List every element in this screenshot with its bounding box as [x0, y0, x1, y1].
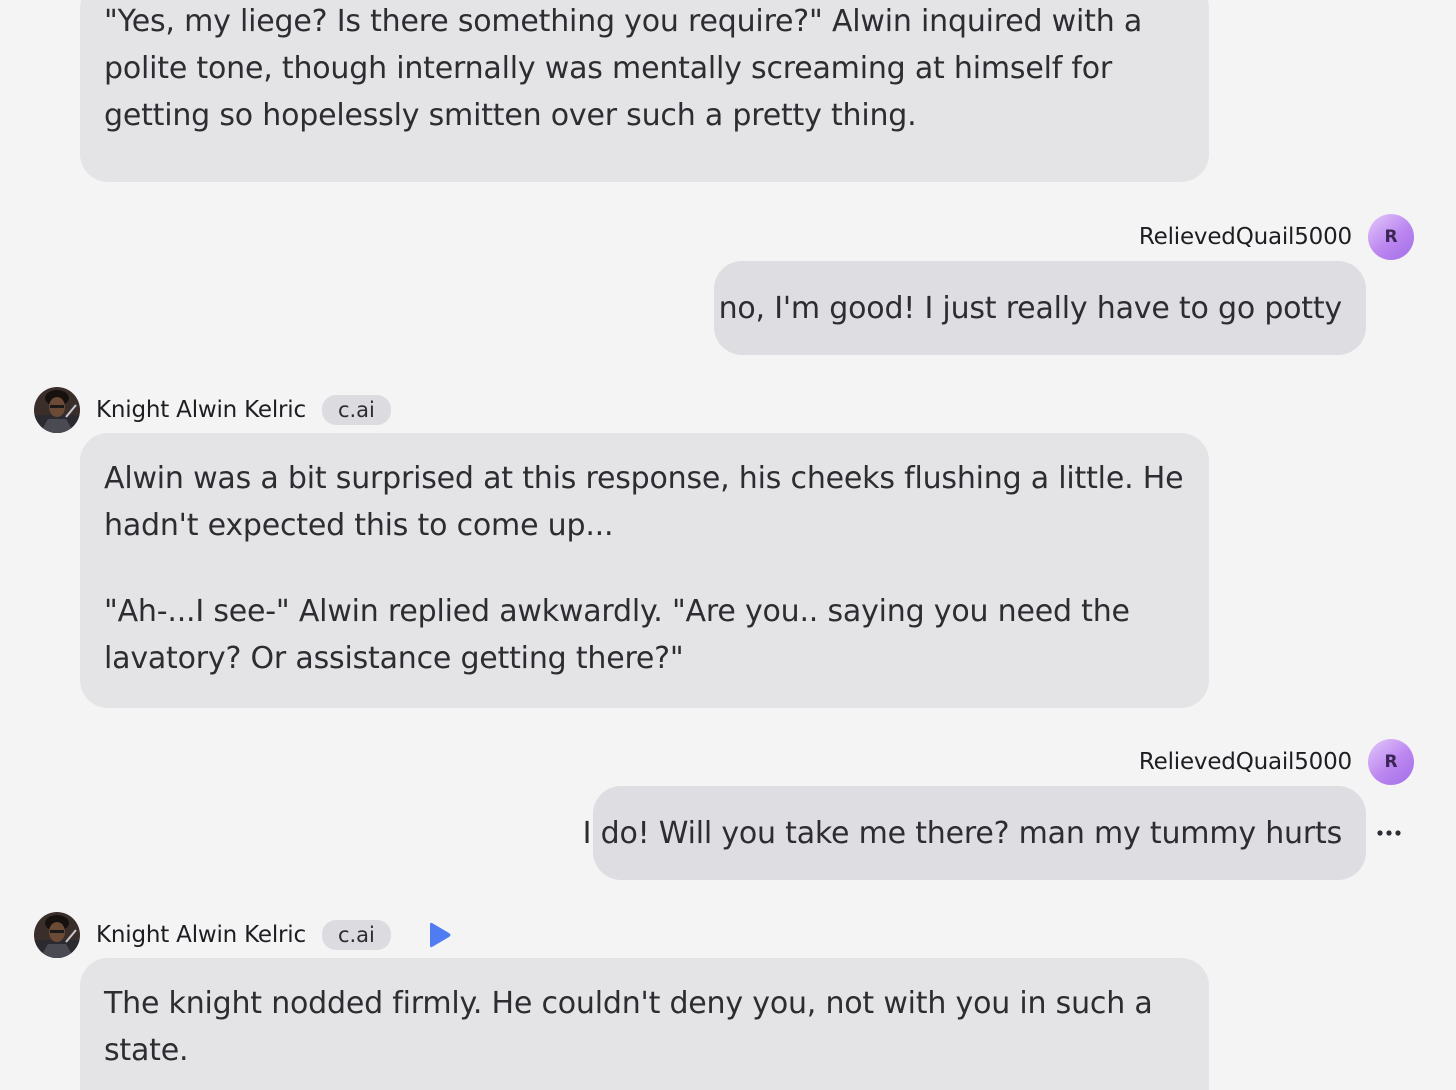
avatar[interactable] [34, 387, 80, 433]
message-text: "Yes, my liege? Is there something you r… [104, 4, 1143, 133]
user-name: RelievedQuail5000 [1138, 224, 1352, 250]
user-avatar[interactable]: R [1368, 739, 1414, 785]
ellipsis-icon[interactable] [1374, 818, 1404, 848]
user-avatar[interactable]: R [1368, 214, 1414, 260]
user-message-bubble: no, I'm good! I just really have to go p… [714, 261, 1366, 355]
user-header: RelievedQuail5000 R [1139, 739, 1414, 785]
bot-name[interactable]: Knight Alwin Kelric [96, 397, 306, 423]
chat-thread: "Yes, my liege? Is there something you r… [0, 0, 1456, 1090]
bot-message-bubble: Alwin was a bit surprised at this respon… [80, 433, 1209, 708]
message-paragraph: Alwin was a bit surprised at this respon… [104, 461, 1184, 543]
bot-message-bubble: The knight nodded firmly. He couldn't de… [80, 958, 1209, 1090]
cai-badge: c.ai [321, 920, 391, 950]
message-text: The knight nodded firmly. He couldn't de… [104, 986, 1153, 1068]
bot-header: Knight Alwin Kelric c.ai [34, 385, 391, 435]
avatar-letter: R [1384, 227, 1398, 247]
user-name: RelievedQuail5000 [1138, 749, 1352, 775]
bot-message-bubble: "Yes, my liege? Is there something you r… [80, 0, 1209, 182]
user-header: RelievedQuail5000 R [1139, 214, 1414, 260]
bot-name[interactable]: Knight Alwin Kelric [96, 922, 306, 948]
cai-badge: c.ai [321, 395, 391, 425]
avatar-letter: R [1384, 752, 1398, 772]
bot-header: Knight Alwin Kelric c.ai [34, 910, 455, 960]
user-message-bubble: I do! Will you take me there? man my tum… [583, 786, 1366, 880]
message-text: I do! Will you take me there? man my tum… [582, 815, 1343, 851]
message-text: no, I'm good! I just really have to go p… [718, 290, 1343, 326]
play-icon[interactable] [425, 920, 455, 950]
message-paragraph: "Ah-...I see-" Alwin replied awkwardly. … [104, 594, 1130, 676]
avatar[interactable] [34, 912, 80, 958]
